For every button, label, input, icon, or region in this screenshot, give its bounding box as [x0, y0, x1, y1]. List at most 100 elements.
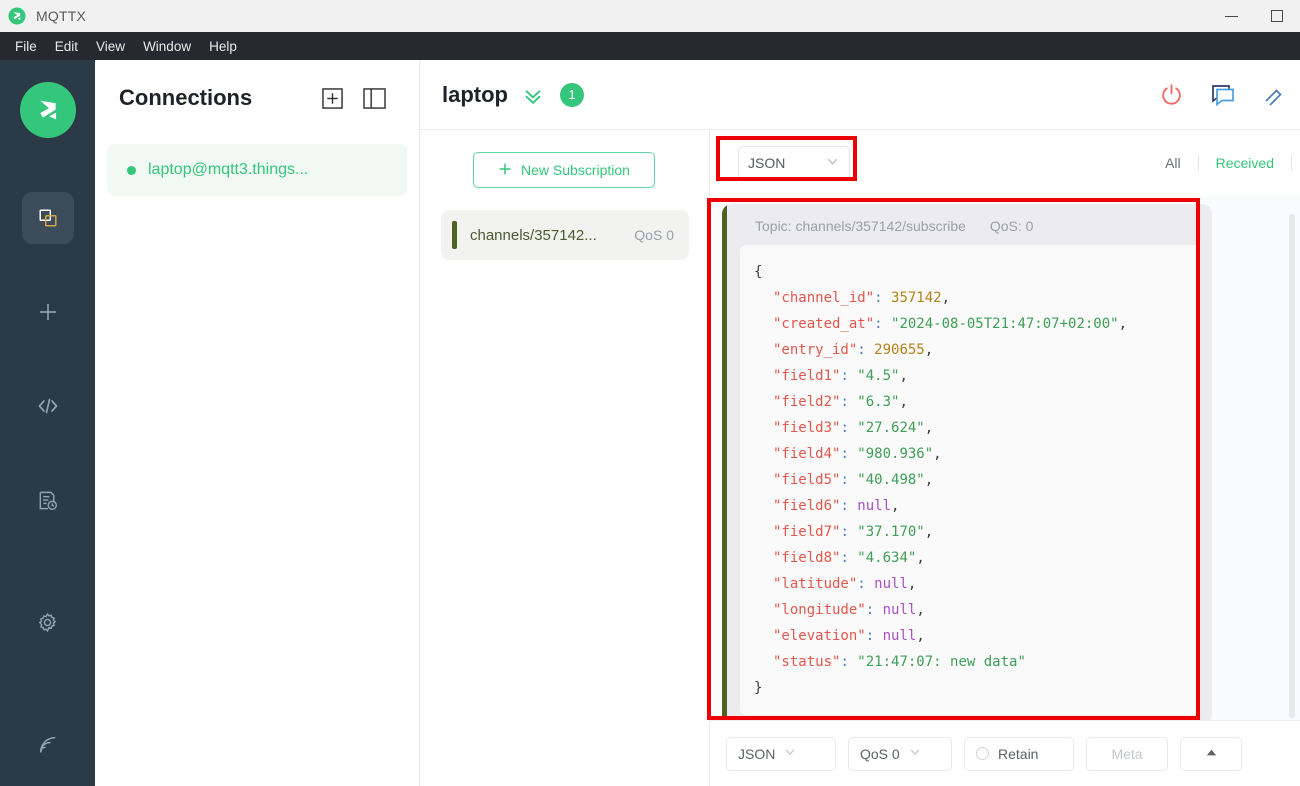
sidebar-item-scripts[interactable] — [22, 380, 74, 432]
edit-icon[interactable] — [1262, 83, 1286, 107]
retain-label: Retain — [998, 745, 1039, 762]
sidebar-item-broadcast[interactable] — [22, 718, 74, 770]
payload-token: : — [840, 472, 849, 488]
payload-token: null — [848, 498, 892, 514]
menu-item-window[interactable]: Window — [134, 36, 200, 57]
connections-header: Connections — [95, 60, 419, 136]
payload-token: : — [865, 602, 875, 618]
menu-item-edit[interactable]: Edit — [46, 36, 87, 57]
subscription-topic: channels/357142... — [470, 226, 597, 244]
payload-token: "field8" — [773, 550, 841, 566]
retain-toggle[interactable]: Retain — [964, 736, 1074, 771]
message-card[interactable]: Topic: channels/357142/subscribe QoS: 0 … — [722, 204, 1212, 725]
payload-line: } — [754, 675, 1200, 701]
subscription-qos: QoS 0 — [634, 227, 674, 243]
new-connection-icon[interactable] — [322, 87, 343, 109]
payload-token: "longitude" — [773, 602, 866, 618]
maximize-button[interactable] — [1254, 0, 1300, 32]
message-list[interactable]: Topic: channels/357142/subscribe QoS: 0 … — [710, 204, 1300, 728]
new-subscription-label: New Subscription — [521, 162, 630, 178]
connection-header-actions — [1159, 82, 1300, 107]
payload-token: , — [899, 368, 908, 384]
message-topic: Topic: channels/357142/subscribe — [755, 218, 966, 234]
payload-line: "field8": "4.634", — [754, 545, 1200, 571]
message-qos: QoS: 0 — [989, 218, 1034, 234]
payload-token: , — [1118, 316, 1128, 332]
payload-token: "channel_id" — [773, 290, 875, 306]
sidebar-item-new[interactable] — [22, 286, 74, 338]
app-title: MQTTX — [36, 8, 86, 24]
page-title: laptop — [442, 81, 508, 107]
window-controls — [1208, 0, 1300, 32]
payload-token: "field4" — [773, 446, 841, 462]
payload-line: "field3": "27.624", — [754, 415, 1200, 441]
sidebar-item-connections[interactable] — [21, 192, 74, 244]
message-filters: All Received — [1148, 155, 1292, 171]
publish-format-value: JSON — [738, 745, 776, 762]
payload-token: , — [907, 576, 917, 592]
payload-token: "field1" — [773, 368, 841, 384]
payload-line: "field6": null, — [754, 493, 1200, 519]
payload-token: "4.634" — [848, 550, 917, 566]
publish-qos-value: QoS 0 — [860, 745, 900, 762]
payload-token: "4.5" — [848, 368, 900, 384]
rail-logo-icon[interactable] — [19, 82, 76, 138]
chat-bubble-icon[interactable] — [1210, 83, 1236, 107]
payload-token: "40.498" — [848, 472, 925, 488]
publish-toolbar: JSON QoS 0 Retain Meta — [710, 720, 1300, 786]
payload-token: : — [857, 342, 866, 358]
menu-item-help[interactable]: Help — [200, 36, 246, 57]
payload-token: "980.936" — [848, 446, 934, 462]
new-subscription-wrap: New Subscription — [420, 130, 709, 188]
message-list-scrollbar[interactable] — [1289, 214, 1295, 718]
maximize-icon — [1271, 10, 1283, 22]
minimize-button[interactable] — [1208, 0, 1254, 32]
subscriptions-panel: New Subscription channels/357142... QoS … — [420, 130, 710, 786]
payload-token: "6.3" — [848, 394, 900, 410]
mqttx-window: MQTTX File Edit View Window Help Connect… — [0, 0, 1300, 786]
publish-qos-select[interactable]: QoS 0 — [848, 736, 952, 771]
payload-token: "field5" — [773, 472, 841, 488]
payload-token: , — [891, 498, 900, 514]
menu-item-file[interactable]: File — [6, 36, 46, 57]
payload-token: : — [840, 446, 849, 462]
sidebar-item-log[interactable] — [22, 474, 74, 526]
messages-toolbar: JSON All Received — [710, 130, 1300, 196]
payload-token: 290655 — [865, 342, 925, 358]
payload-token: null — [865, 576, 908, 592]
chevron-down-icon — [783, 745, 797, 762]
publish-format-select[interactable]: JSON — [726, 736, 836, 771]
menu-item-view[interactable]: View — [87, 36, 134, 57]
filter-all[interactable]: All — [1148, 155, 1198, 171]
chevron-down-icon — [825, 154, 840, 172]
connection-name: laptop@mqtt3.things... — [148, 161, 309, 178]
payload-line: "channel_id": 357142, — [754, 285, 1200, 311]
collapse-button[interactable] — [1180, 736, 1242, 771]
payload-line: "field2": "6.3", — [754, 389, 1200, 415]
retain-radio-icon — [976, 747, 989, 760]
payload-line: { — [754, 259, 1200, 285]
filter-received[interactable]: Received — [1199, 155, 1291, 171]
payload-token: , — [941, 290, 951, 306]
payload-token: null — [874, 628, 917, 644]
payload-token: : — [840, 524, 849, 540]
minimize-icon — [1224, 15, 1238, 17]
power-icon[interactable] — [1159, 82, 1184, 107]
connection-item[interactable]: laptop@mqtt3.things... — [107, 144, 407, 196]
payload-line: "field1": "4.5", — [754, 363, 1200, 389]
payload-line: "elevation": null, — [754, 623, 1200, 649]
payload-line: "longitude": null, — [754, 597, 1200, 623]
subscription-item[interactable]: channels/357142... QoS 0 — [441, 210, 689, 260]
payload-line: "created_at": "2024-08-05T21:47:07+02:00… — [754, 311, 1200, 337]
new-subscription-button[interactable]: New Subscription — [473, 152, 655, 188]
chevron-double-down-icon[interactable] — [522, 84, 544, 106]
payload-token: "entry_id" — [773, 342, 858, 358]
message-meta: Topic: channels/357142/subscribe QoS: 0 — [722, 204, 1212, 245]
payload-token: "field3" — [773, 420, 841, 436]
panel-toggle-icon[interactable] — [363, 87, 386, 109]
meta-button[interactable]: Meta — [1086, 736, 1168, 771]
connections-title: Connections — [119, 85, 253, 110]
payload-token: "field2" — [773, 394, 841, 410]
sidebar-item-settings[interactable] — [22, 596, 74, 648]
message-format-select[interactable]: JSON — [738, 146, 850, 180]
